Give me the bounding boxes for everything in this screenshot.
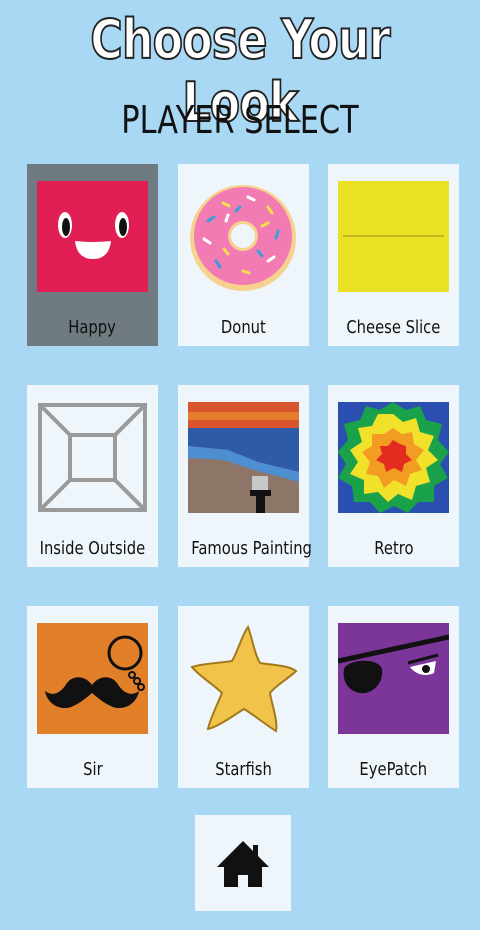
character-label: Donut <box>221 317 266 338</box>
eyepatch-icon <box>338 623 449 734</box>
character-card-donut[interactable]: Donut <box>178 164 309 346</box>
character-card-happy[interactable]: Happy <box>27 164 158 346</box>
character-card-inside-outside[interactable]: Inside Outside <box>27 385 158 567</box>
starfish-icon <box>188 623 299 734</box>
page-subtitle: PLAYER SELECT <box>121 98 359 142</box>
home-button[interactable] <box>195 815 291 911</box>
character-card-retro[interactable]: Retro <box>328 385 459 567</box>
happy-face-icon <box>37 181 148 292</box>
character-card-starfish[interactable]: Starfish <box>178 606 309 788</box>
character-label: Inside Outside <box>39 538 146 559</box>
retro-tie-dye-icon <box>338 402 449 513</box>
character-label: Famous Painting <box>191 538 312 559</box>
sir-mustache-icon <box>37 623 148 734</box>
character-label: Sir <box>82 759 103 780</box>
character-card-cheese-slice[interactable]: Cheese Slice <box>328 164 459 346</box>
character-label: Starfish <box>215 759 272 780</box>
character-label: EyePatch <box>359 759 428 780</box>
character-card-sir[interactable]: Sir <box>27 606 158 788</box>
cheese-slice-icon <box>338 181 449 292</box>
home-icon <box>217 841 269 887</box>
inside-outside-icon <box>37 402 148 513</box>
donut-icon <box>188 181 299 292</box>
character-card-famous-painting[interactable]: Famous Painting <box>178 385 312 567</box>
character-label: Happy <box>68 317 117 338</box>
character-card-eyepatch[interactable]: EyePatch <box>328 606 459 788</box>
famous-painting-icon <box>188 402 299 513</box>
character-label: Retro <box>373 538 414 559</box>
character-label: Cheese Slice <box>346 317 441 338</box>
